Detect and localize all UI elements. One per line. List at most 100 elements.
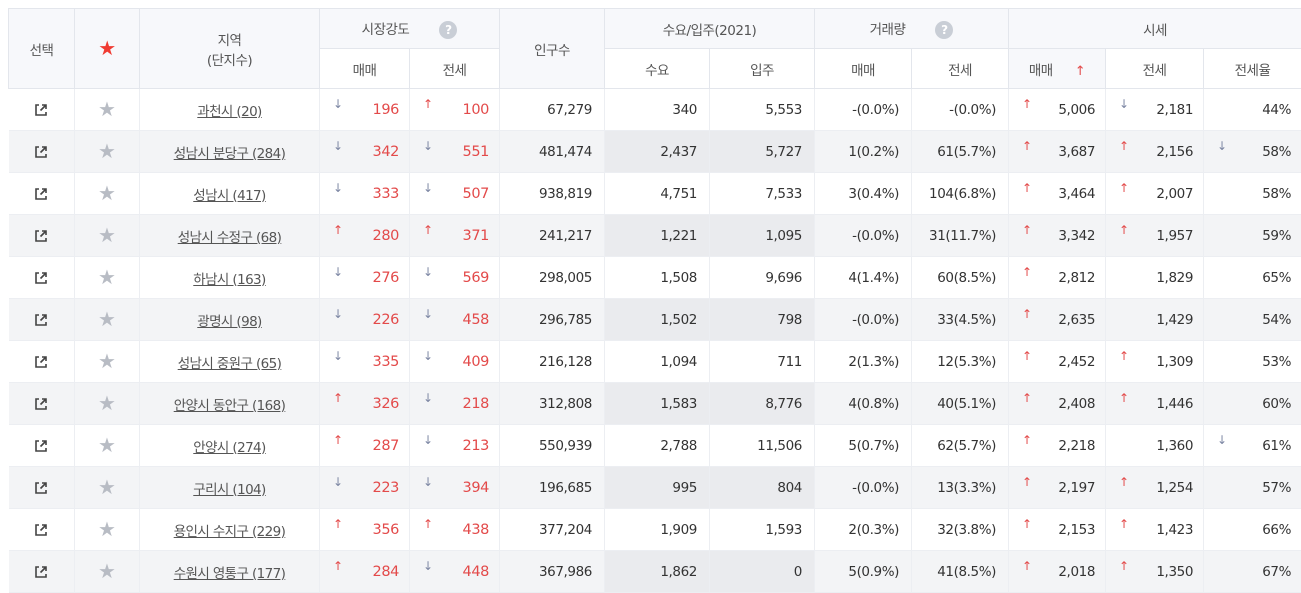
price-jeonse-value: 1,446 — [1156, 396, 1193, 412]
table-row[interactable]: ★수원시 영통구 (177)↑284↓448367,9861,86205(0.9… — [9, 551, 1301, 593]
market-strength-sale: ↓223 — [320, 467, 410, 509]
external-link-icon[interactable] — [34, 103, 48, 117]
region-link[interactable]: 성남시 분당구 (284) — [174, 146, 286, 162]
price-sale-trend-icon: ↑ — [1022, 350, 1032, 362]
external-link-icon[interactable] — [34, 229, 48, 243]
trade-volume-jeonse-cell: 104(6.8%) — [912, 173, 1009, 215]
region-link[interactable]: 안양시 (274) — [193, 440, 265, 456]
region-link[interactable]: 수원시 영통구 (177) — [174, 566, 286, 582]
market-strength-jeonse-value: 438 — [463, 522, 489, 538]
region-link[interactable]: 광명시 (98) — [197, 314, 261, 330]
external-link-icon[interactable] — [34, 439, 48, 453]
star-icon[interactable]: ★ — [98, 475, 116, 499]
demand-cell: 1,508 — [605, 257, 710, 299]
external-link-icon[interactable] — [34, 565, 48, 579]
header-tv-sale[interactable]: 매매 — [815, 49, 912, 89]
external-link-icon[interactable] — [34, 313, 48, 327]
external-link-icon[interactable] — [34, 271, 48, 285]
region-link[interactable]: 성남시 수정구 (68) — [178, 230, 282, 246]
trade-volume-jeonse-cell: 32(3.8%) — [912, 509, 1009, 551]
select-cell — [9, 173, 75, 215]
table-row[interactable]: ★성남시 분당구 (284)↓342↓551481,4742,4375,7271… — [9, 131, 1301, 173]
table-row[interactable]: ★안양시 동안구 (168)↑326↓218312,8081,5838,7764… — [9, 383, 1301, 425]
table-row[interactable]: ★광명시 (98)↓226↓458296,7851,502798-(0.0%)3… — [9, 299, 1301, 341]
table-row[interactable]: ★하남시 (163)↓276↓569298,0051,5089,6964(1.4… — [9, 257, 1301, 299]
table-row[interactable]: ★성남시 중원구 (65)↓335↓409216,1281,0947112(1.… — [9, 341, 1301, 383]
market-strength-jeonse-trend-icon: ↑ — [423, 518, 433, 530]
region-link[interactable]: 하남시 (163) — [193, 272, 265, 288]
price-sale: ↑2,452 — [1009, 341, 1106, 383]
favorite-cell: ★ — [75, 383, 140, 425]
star-icon[interactable]: ★ — [98, 559, 116, 583]
header-tv-jeonse[interactable]: 전세 — [912, 49, 1009, 89]
market-strength-sale: ↓335 — [320, 341, 410, 383]
header-supply[interactable]: 입주 — [710, 49, 815, 89]
external-link-icon[interactable] — [34, 187, 48, 201]
trade-volume-sale-cell: -(0.0%) — [815, 89, 912, 131]
market-strength-jeonse-trend-icon: ↓ — [423, 308, 433, 320]
table-row[interactable]: ★안양시 (274)↑287↓213550,9392,78811,5065(0.… — [9, 425, 1301, 467]
trade-volume-jeonse-cell: 61(5.7%) — [912, 131, 1009, 173]
header-population[interactable]: 인구수 — [500, 9, 605, 89]
table-row[interactable]: ★성남시 (417)↓333↓507938,8194,7517,5333(0.4… — [9, 173, 1301, 215]
header-jeonse-ratio[interactable]: 전세율 — [1204, 49, 1301, 89]
header-demand[interactable]: 수요 — [605, 49, 710, 89]
region-link[interactable]: 과천시 (20) — [197, 104, 261, 120]
star-icon[interactable]: ★ — [98, 391, 116, 415]
price-sale-trend-icon: ↑ — [1022, 308, 1032, 320]
star-icon[interactable]: ★ — [98, 433, 116, 457]
table-row[interactable]: ★성남시 수정구 (68)↑280↑371241,2171,2211,095-(… — [9, 215, 1301, 257]
star-icon[interactable]: ★ — [98, 223, 116, 247]
header-price-sale[interactable]: 매매↑ — [1009, 49, 1106, 89]
star-icon[interactable]: ★ — [98, 307, 116, 331]
jeonse-ratio: 60% — [1204, 383, 1301, 425]
star-icon[interactable]: ★ — [98, 349, 116, 373]
star-icon[interactable]: ★ — [98, 139, 116, 163]
star-icon[interactable]: ★ — [98, 181, 116, 205]
market-strength-jeonse-value: 507 — [463, 186, 489, 202]
price-sale-trend-icon: ↑ — [1022, 98, 1032, 110]
market-strength-jeonse: ↓213 — [410, 425, 500, 467]
star-icon[interactable]: ★ — [98, 265, 116, 289]
market-strength-sale-value: 342 — [373, 144, 399, 160]
help-icon[interactable]: ? — [935, 21, 953, 39]
external-link-icon[interactable] — [34, 355, 48, 369]
trade-volume-jeonse-cell: 12(5.3%) — [912, 341, 1009, 383]
select-cell — [9, 383, 75, 425]
jeonse-ratio-value: 54% — [1262, 312, 1291, 328]
price-sale-value: 3,687 — [1058, 144, 1095, 160]
header-ms-sale[interactable]: 매매 — [320, 49, 410, 89]
region-link[interactable]: 구리시 (104) — [193, 482, 265, 498]
region-link[interactable]: 안양시 동안구 (168) — [174, 398, 286, 414]
help-icon[interactable]: ? — [439, 21, 457, 39]
table-row[interactable]: ★과천시 (20)↓196↑10067,2793405,553-(0.0%)-(… — [9, 89, 1301, 131]
region-link[interactable]: 성남시 중원구 (65) — [178, 356, 282, 372]
region-link[interactable]: 성남시 (417) — [193, 188, 265, 204]
table-row[interactable]: ★구리시 (104)↓223↓394196,685995804-(0.0%)13… — [9, 467, 1301, 509]
table-row[interactable]: ★용인시 수지구 (229)↑356↑438377,2041,9091,5932… — [9, 509, 1301, 551]
star-icon[interactable]: ★ — [98, 97, 116, 121]
market-strength-sale: ↓276 — [320, 257, 410, 299]
market-strength-jeonse-trend-icon: ↓ — [423, 476, 433, 488]
jeonse-ratio: 57% — [1204, 467, 1301, 509]
star-filter-icon[interactable]: ★ — [98, 36, 115, 60]
market-strength-sale-value: 223 — [373, 480, 399, 496]
select-cell — [9, 467, 75, 509]
jeonse-ratio-value: 58% — [1262, 186, 1291, 202]
price-jeonse: 1,429 — [1106, 299, 1204, 341]
header-favorite[interactable]: ★ — [75, 9, 140, 89]
external-link-icon[interactable] — [34, 523, 48, 537]
demand-cell: 1,502 — [605, 299, 710, 341]
price-jeonse: ↑2,007 — [1106, 173, 1204, 215]
header-price-jeonse[interactable]: 전세 — [1106, 49, 1204, 89]
market-strength-jeonse-value: 458 — [463, 312, 489, 328]
market-strength-jeonse-trend-icon: ↓ — [423, 392, 433, 404]
region-cell: 과천시 (20) — [140, 89, 320, 131]
region-link[interactable]: 용인시 수지구 (229) — [174, 524, 286, 540]
sort-ascending-icon[interactable]: ↑ — [1075, 64, 1085, 79]
header-ms-jeonse[interactable]: 전세 — [410, 49, 500, 89]
external-link-icon[interactable] — [34, 397, 48, 411]
external-link-icon[interactable] — [34, 481, 48, 495]
external-link-icon[interactable] — [34, 145, 48, 159]
star-icon[interactable]: ★ — [98, 517, 116, 541]
